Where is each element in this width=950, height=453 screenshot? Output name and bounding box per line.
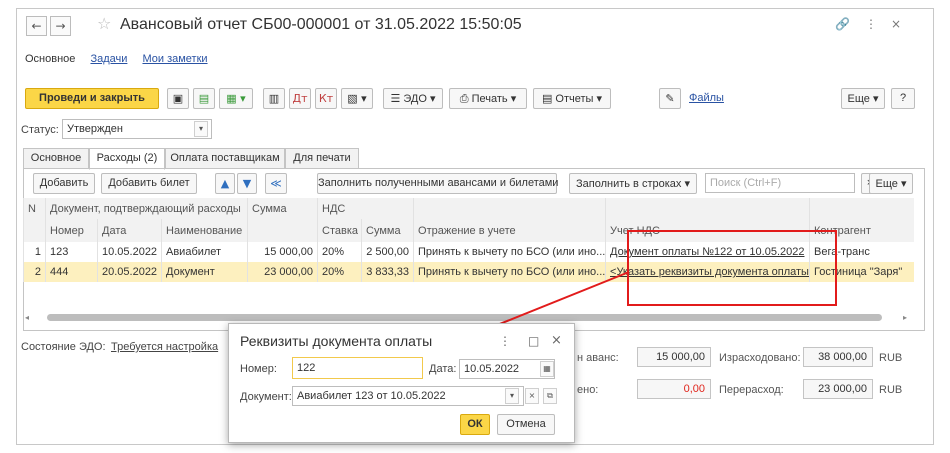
clear-icon[interactable]: × [525, 388, 539, 404]
ok-button[interactable]: ОК [460, 414, 490, 435]
dialog-maximize-icon[interactable]: □ [528, 334, 539, 348]
date-label: Дата: [429, 363, 457, 375]
document-window: ← → ☆ Авансовый отчет СБ00-000001 от 31.… [16, 8, 934, 445]
chevron-down-icon[interactable]: ▾ [505, 388, 519, 404]
payment-details-dialog: Реквизиты документа оплаты ⋮ □ × Номер: … [228, 323, 575, 443]
number-input[interactable]: 122 [292, 357, 423, 379]
cancel-button[interactable]: Отмена [497, 414, 555, 435]
document-label: Документ: [240, 391, 292, 403]
dialog-title: Реквизиты документа оплаты [240, 333, 433, 349]
open-icon[interactable]: ⧉ [543, 388, 557, 404]
calendar-icon[interactable]: ▦ [540, 361, 554, 377]
document-input[interactable]: Авиабилет 123 от 10.05.2022 [292, 386, 524, 406]
number-label: Номер: [240, 363, 277, 375]
dialog-more-icon[interactable]: ⋮ [499, 334, 511, 348]
dialog-close-icon[interactable]: × [551, 333, 562, 348]
